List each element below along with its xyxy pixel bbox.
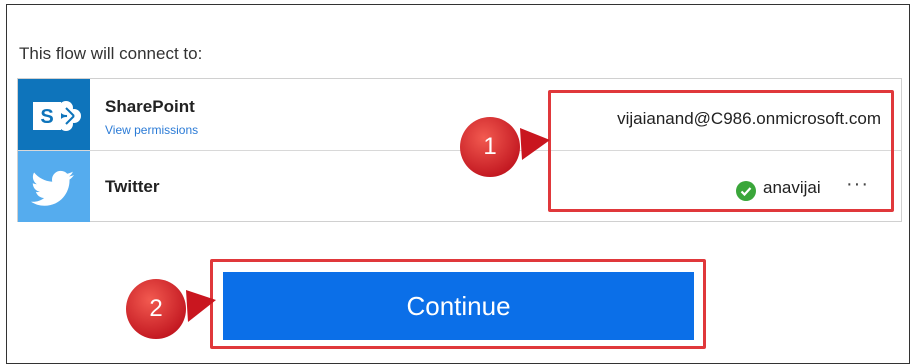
sharepoint-icon: S — [18, 79, 90, 150]
svg-text:S: S — [40, 106, 53, 128]
connection-name-twitter: Twitter — [105, 177, 160, 196]
twitter-icon — [18, 151, 90, 222]
callout-2-number: 2 — [149, 295, 163, 322]
callout-2: 2 — [120, 276, 218, 342]
callout-1: 1 — [452, 114, 552, 180]
continue-button[interactable]: Continue — [223, 272, 694, 340]
callout-1-number: 1 — [483, 133, 497, 160]
view-permissions-link[interactable]: View permissions — [105, 123, 198, 137]
intro-text: This flow will connect to: — [19, 44, 203, 63]
highlight-box-accounts — [548, 90, 894, 212]
connection-name-sharepoint: SharePoint — [105, 97, 195, 116]
